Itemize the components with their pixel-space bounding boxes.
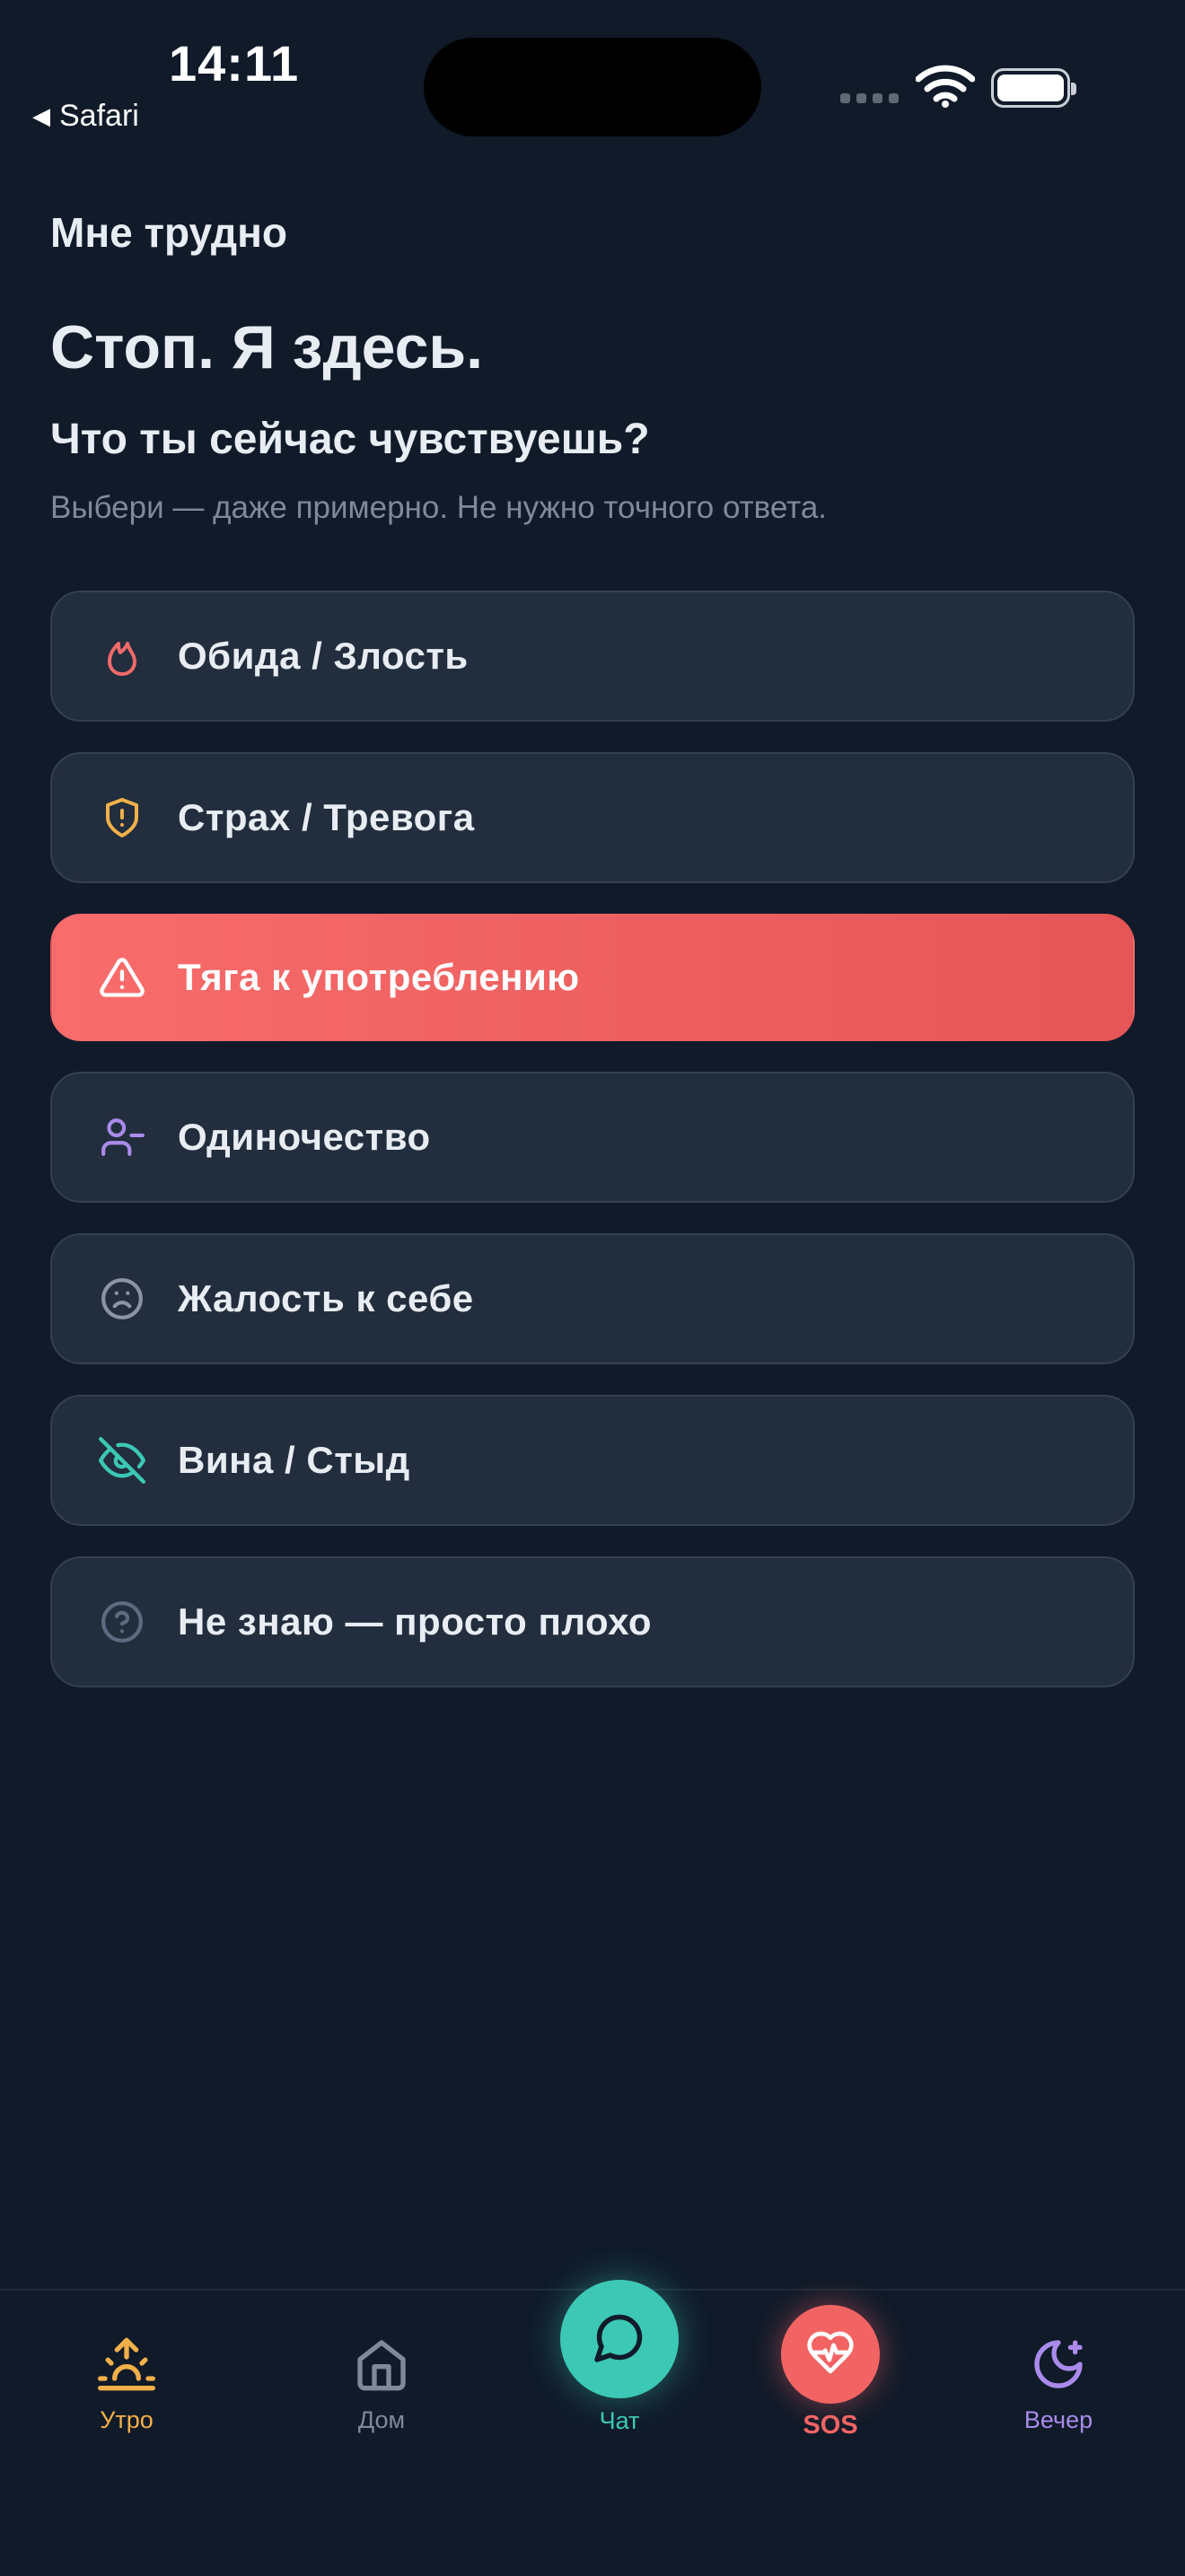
help-circle-icon [97,1597,147,1647]
flame-icon [97,631,147,681]
option-label: Обида / Злость [178,635,469,677]
tab-chat-button[interactable] [560,2280,679,2398]
shield-alert-icon [97,793,147,843]
moon-star-icon [1030,2335,1087,2397]
feelings-list: Обида / Злость Страх / Тревога Тяга к уп… [50,591,1135,1718]
chat-bubble-icon [592,2310,646,2369]
sos-button[interactable] [781,2305,880,2404]
user-minus-icon [97,1112,147,1162]
eye-off-icon [97,1435,147,1485]
option-guilt-shame[interactable]: Вина / Стыд [50,1395,1135,1526]
frown-icon [97,1274,147,1324]
option-label: Не знаю — просто плохо [178,1600,653,1643]
question-heading: Что ты сейчас чувствуешь? [50,416,650,463]
wifi-icon [916,65,975,108]
option-craving[interactable]: Тяга к употреблению [50,914,1135,1041]
cellular-signal-icon [840,93,899,103]
option-self-pity[interactable]: Жалость к себе [50,1233,1135,1364]
back-to-safari-link[interactable]: ◀ Safari [32,99,139,134]
tab-morning[interactable]: Утро [86,2335,167,2434]
option-label: Одиночество [178,1116,431,1158]
option-label: Вина / Стыд [178,1439,410,1481]
section-label: Мне трудно [50,209,288,256]
sos-label: SOS [803,2411,858,2440]
status-time: 14:11 [169,35,300,92]
option-label: Страх / Тревога [178,796,475,838]
option-fear-anxiety[interactable]: Страх / Тревога [50,752,1135,883]
page-title: Стоп. Я здесь. [50,313,484,381]
option-dont-know[interactable]: Не знаю — просто плохо [50,1556,1135,1687]
option-resentment-anger[interactable]: Обида / Злость [50,591,1135,722]
back-app-label: Safari [59,99,139,133]
tab-evening-label: Вечер [1023,2406,1093,2433]
tab-home[interactable]: Дом [341,2335,422,2434]
option-label: Жалость к себе [178,1277,474,1319]
tab-morning-label: Утро [100,2406,154,2433]
back-triangle-icon: ◀ [32,102,50,129]
tab-chat-label: Чат [599,2407,640,2434]
hint-text: Выбери — даже примерно. Не нужно точного… [50,490,828,525]
warning-triangle-icon [97,952,147,1003]
sunrise-icon [98,2335,155,2397]
heart-pulse-icon [805,2327,856,2382]
tab-evening[interactable]: Вечер [1018,2335,1099,2434]
option-loneliness[interactable]: Одиночество [50,1072,1135,1203]
tab-home-label: Дом [357,2406,406,2433]
home-icon [353,2335,410,2397]
dynamic-island [424,38,761,136]
option-label: Тяга к употреблению [178,956,580,998]
battery-icon [991,68,1076,108]
